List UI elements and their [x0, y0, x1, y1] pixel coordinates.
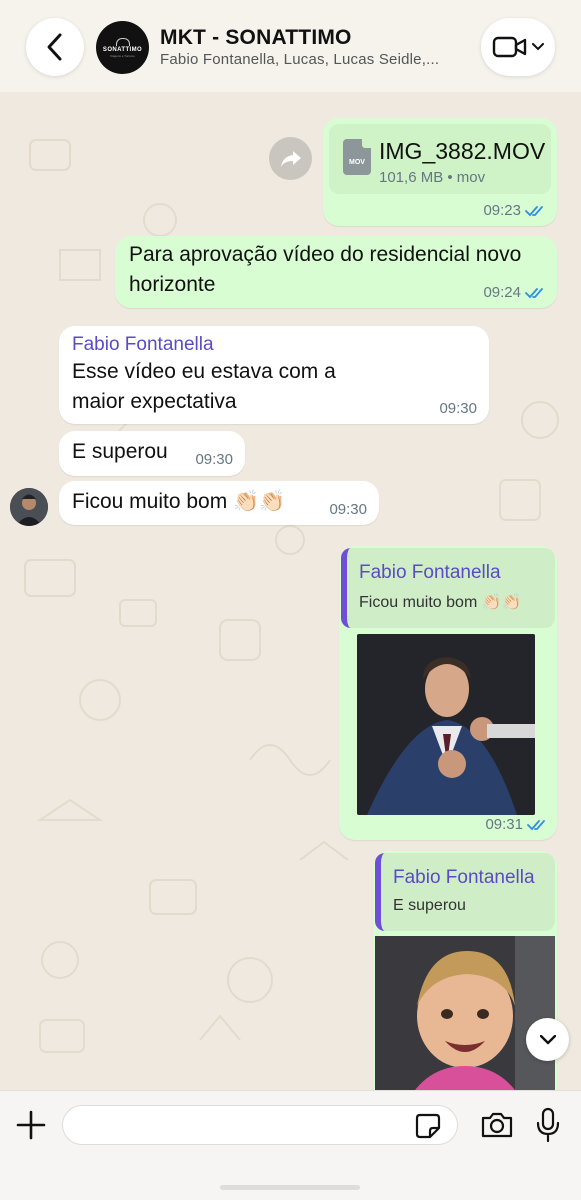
message-time: 09:23: [483, 202, 521, 219]
avatar-logo-text: SONATTIMO: [102, 46, 143, 53]
read-ticks-icon: [525, 287, 543, 298]
message-meta: 09:23: [483, 202, 545, 219]
muito-bom-message[interactable]: Ficou muito bom 👏🏻👏🏻 09:30: [59, 481, 379, 525]
superou-message[interactable]: E superou 09:30: [59, 431, 245, 476]
message-input[interactable]: [62, 1105, 458, 1145]
chat-header: SONATTIMO Viagens e Turismo MKT - SONATT…: [0, 0, 581, 92]
chat-members[interactable]: Fabio Fontanella, Lucas, Lucas Seidle,..…: [160, 51, 460, 68]
chat-title[interactable]: MKT - SONATTIMO: [160, 26, 352, 50]
chevron-down-icon: [539, 1034, 556, 1044]
quoted-message[interactable]: Fabio Fontanella Ficou muito bom 👏🏻👏🏻: [341, 548, 555, 628]
message-meta: 09:30: [195, 451, 233, 468]
forward-button[interactable]: [269, 137, 312, 180]
file-icon: MOV: [343, 139, 371, 175]
avatar-logo-sub: Viagens e Turismo: [110, 53, 135, 58]
person-avatar-icon: [10, 488, 48, 526]
reply-gif-message[interactable]: Fabio Fontanella Ficou muito bom 👏🏻👏🏻 09…: [339, 546, 557, 840]
message-time: 09:30: [439, 400, 477, 417]
quote-text: Ficou muito bom 👏🏻👏🏻: [359, 594, 522, 611]
scroll-to-bottom-button[interactable]: [526, 1018, 569, 1061]
file-name: IMG_3882.MOV: [379, 138, 546, 164]
reply-gif-message[interactable]: Fabio Fontanella E superou: [373, 851, 557, 1111]
logo-mark-icon: [115, 37, 130, 46]
message-time: 09:30: [329, 501, 367, 518]
message-text: E superou: [72, 440, 168, 463]
chevron-left-icon: [47, 33, 62, 61]
file-attachment[interactable]: MOV IMG_3882.MOV 101,6 MB • mov: [329, 124, 551, 194]
message-time: 09:31: [485, 816, 523, 833]
camera-icon[interactable]: [480, 1111, 514, 1139]
message-time: 09:30: [195, 451, 233, 468]
microphone-icon[interactable]: [535, 1107, 561, 1143]
expectation-message[interactable]: Fabio Fontanella Esse vídeo eu estava co…: [59, 326, 489, 424]
sticker-icon[interactable]: [415, 1113, 441, 1139]
quoted-message[interactable]: Fabio Fontanella E superou: [375, 853, 555, 931]
message-meta: 09:30: [329, 501, 367, 518]
quote-sender: Fabio Fontanella: [393, 867, 535, 888]
back-button[interactable]: [26, 18, 84, 76]
sender-name[interactable]: Fabio Fontanella: [72, 334, 214, 356]
group-avatar[interactable]: SONATTIMO Viagens e Turismo: [96, 21, 149, 74]
file-badge: MOV: [349, 159, 365, 166]
message-meta: 09:24: [483, 284, 545, 301]
smiling-child-image: [375, 936, 555, 1106]
man-in-suit-image: [357, 634, 535, 815]
video-call-button[interactable]: [481, 18, 555, 76]
sender-avatar[interactable]: [10, 488, 48, 526]
message-meta: 09:31: [485, 816, 547, 833]
gif-image[interactable]: [357, 634, 535, 815]
message-composer: [0, 1090, 581, 1200]
read-ticks-icon: [527, 819, 545, 830]
message-time: 09:24: [483, 284, 521, 301]
file-info: 101,6 MB • mov: [379, 169, 486, 186]
message-meta: 09:30: [439, 400, 477, 417]
file-message[interactable]: MOV IMG_3882.MOV 101,6 MB • mov 09:23: [323, 118, 557, 226]
plus-icon[interactable]: [15, 1109, 47, 1141]
home-indicator: [220, 1185, 360, 1190]
approval-message[interactable]: Para aprovação vídeo do residencial novo…: [115, 236, 557, 308]
quote-text: E superou: [393, 897, 466, 914]
message-text: Esse vídeo eu estava com a maior expecta…: [72, 360, 336, 413]
gif-image[interactable]: [375, 936, 555, 1106]
chevron-down-icon: [532, 43, 544, 51]
quote-sender: Fabio Fontanella: [359, 562, 501, 583]
read-ticks-icon: [525, 205, 543, 216]
forward-icon: [280, 150, 301, 167]
video-camera-icon: [492, 36, 527, 58]
message-text: Ficou muito bom 👏🏻👏🏻: [72, 490, 286, 513]
